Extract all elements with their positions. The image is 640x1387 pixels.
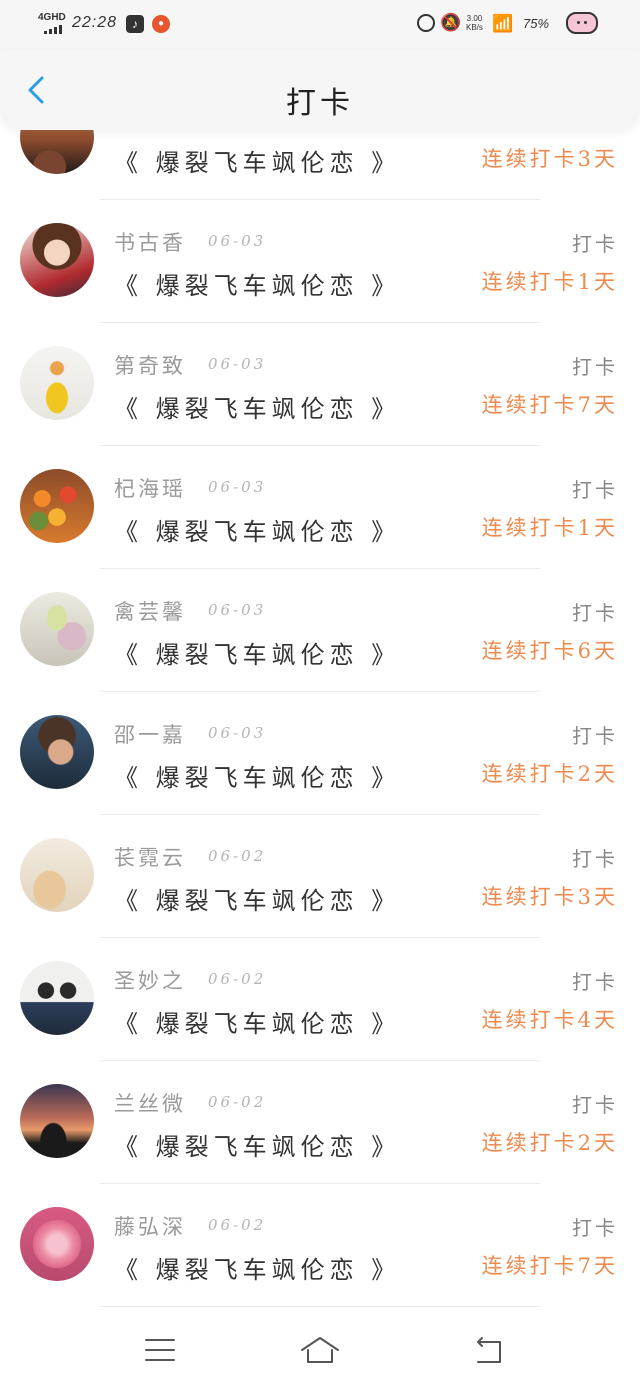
- tiktok-icon: ♪: [126, 15, 144, 33]
- book-title[interactable]: 《 爆裂飞车飒伦恋 》: [114, 512, 400, 547]
- list-item[interactable]: 第奇致 06-03 打卡 《 爆裂飞车飒伦恋 》 连续打卡7天: [0, 323, 640, 446]
- book-title[interactable]: 《 爆裂飞车飒伦恋 》: [114, 266, 400, 301]
- list-item[interactable]: 《 爆裂飞车飒伦恋 》 连续打卡3天: [0, 130, 640, 200]
- list-item[interactable]: 禽芸馨 06-03 打卡 《 爆裂飞车飒伦恋 》 连续打卡6天: [0, 569, 640, 692]
- user-name[interactable]: 禽芸馨: [114, 596, 186, 626]
- checkin-label: 打卡: [572, 478, 618, 502]
- wifi-icon: 📶: [492, 14, 514, 33]
- streak-count: 连续打卡2天: [481, 1131, 618, 1155]
- user-name[interactable]: 第奇致: [114, 350, 186, 380]
- checkin-date: 06-02: [208, 970, 267, 988]
- checkin-date: 06-03: [208, 355, 267, 373]
- user-name[interactable]: 杞海瑶: [114, 473, 186, 503]
- avatar[interactable]: [20, 469, 94, 543]
- status-bar: 4GHD 22:28 ♪ ● 🔕 3.00 KB/s 📶 75%: [0, 0, 640, 50]
- checkin-label: 打卡: [572, 847, 618, 871]
- streak-count: 连续打卡6天: [481, 639, 618, 663]
- user-name[interactable]: 藤弘深: [114, 1211, 186, 1241]
- pet-icon: [566, 12, 598, 34]
- checkin-label: 打卡: [572, 970, 618, 994]
- avatar[interactable]: [20, 715, 94, 789]
- checkin-date: 06-02: [208, 1216, 267, 1234]
- menu-icon: [145, 1339, 175, 1361]
- avatar[interactable]: [20, 130, 94, 174]
- checkin-date: 06-02: [208, 847, 267, 865]
- streak-count: 连续打卡1天: [481, 516, 618, 540]
- system-nav-bar: [0, 1310, 640, 1387]
- book-title[interactable]: 《 爆裂飞车飒伦恋 》: [114, 1004, 400, 1039]
- book-title[interactable]: 《 爆裂飞车飒伦恋 》: [114, 881, 400, 916]
- home-icon: [301, 1337, 339, 1363]
- avatar[interactable]: [20, 1084, 94, 1158]
- user-name[interactable]: 书古香: [114, 227, 186, 257]
- book-title[interactable]: 《 爆裂飞车飒伦恋 》: [114, 143, 400, 178]
- user-name[interactable]: 兰丝微: [114, 1088, 186, 1118]
- book-title[interactable]: 《 爆裂飞车飒伦恋 》: [114, 758, 400, 793]
- streak-count: 连续打卡2天: [481, 762, 618, 786]
- menu-button[interactable]: [140, 1330, 180, 1370]
- checkin-label: 打卡: [572, 1093, 618, 1117]
- list-item[interactable]: 兰丝微 06-02 打卡 《 爆裂飞车飒伦恋 》 连续打卡2天: [0, 1061, 640, 1184]
- page-title: 打卡: [286, 86, 354, 121]
- checkin-label: 打卡: [572, 1216, 618, 1240]
- checkin-date: 06-03: [208, 232, 267, 250]
- streak-count: 连续打卡1天: [481, 270, 618, 294]
- signal-icon: [44, 24, 66, 34]
- back-icon: [477, 1337, 501, 1363]
- home-button[interactable]: [300, 1330, 340, 1370]
- list-item[interactable]: 书古香 06-03 打卡 《 爆裂飞车飒伦恋 》 连续打卡1天: [0, 200, 640, 323]
- avatar[interactable]: [20, 346, 94, 420]
- avatar[interactable]: [20, 1207, 94, 1281]
- user-name[interactable]: 邵一嘉: [114, 719, 186, 749]
- back-nav-button[interactable]: [468, 1330, 508, 1370]
- header: 打卡: [0, 50, 640, 130]
- streak-count: 连续打卡7天: [481, 393, 618, 417]
- checkin-label: 打卡: [572, 601, 618, 625]
- streak-count: 连续打卡3天: [481, 147, 618, 171]
- book-title[interactable]: 《 爆裂飞车飒伦恋 》: [114, 635, 400, 670]
- streak-count: 连续打卡4天: [481, 1008, 618, 1032]
- list-item[interactable]: 藤弘深 06-02 打卡 《 爆裂飞车飒伦恋 》 连续打卡7天: [0, 1184, 640, 1307]
- avatar[interactable]: [20, 223, 94, 297]
- list-item[interactable]: 苌霓云 06-02 打卡 《 爆裂飞车飒伦恋 》 连续打卡3天: [0, 815, 640, 938]
- alarm-icon: [417, 14, 435, 32]
- checkin-label: 打卡: [572, 724, 618, 748]
- clock: 22:28: [72, 14, 118, 31]
- checkin-date: 06-03: [208, 601, 267, 619]
- avatar[interactable]: [20, 592, 94, 666]
- book-title[interactable]: 《 爆裂飞车飒伦恋 》: [114, 389, 400, 424]
- mute-icon: 🔕: [440, 13, 462, 32]
- list-item[interactable]: 杞海瑶 06-03 打卡 《 爆裂飞车飒伦恋 》 连续打卡1天: [0, 446, 640, 569]
- book-title[interactable]: 《 爆裂飞车飒伦恋 》: [114, 1250, 400, 1285]
- network-type: 4GHD: [38, 12, 66, 23]
- checkin-label: 打卡: [572, 355, 618, 379]
- list-item[interactable]: 圣妙之 06-02 打卡 《 爆裂飞车飒伦恋 》 连续打卡4天: [0, 938, 640, 1061]
- streak-count: 连续打卡7天: [481, 1254, 618, 1278]
- book-title[interactable]: 《 爆裂飞车飒伦恋 》: [114, 1127, 400, 1162]
- checkin-date: 06-03: [208, 724, 267, 742]
- checkin-list[interactable]: 《 爆裂飞车飒伦恋 》 连续打卡3天 书古香 06-03 打卡 《 爆裂飞车飒伦…: [0, 130, 640, 1310]
- checkin-date: 06-02: [208, 1093, 267, 1111]
- battery-level: 75%: [523, 16, 550, 31]
- user-name[interactable]: 苌霓云: [114, 842, 186, 872]
- user-name[interactable]: 圣妙之: [114, 965, 186, 995]
- avatar[interactable]: [20, 961, 94, 1035]
- list-item[interactable]: 邵一嘉 06-03 打卡 《 爆裂飞车飒伦恋 》 连续打卡2天: [0, 692, 640, 815]
- avatar[interactable]: [20, 838, 94, 912]
- network-speed: 3.00 KB/s: [466, 14, 483, 32]
- checkin-label: 打卡: [572, 232, 618, 256]
- streak-count: 连续打卡3天: [481, 885, 618, 909]
- app-notification-icon: ●: [152, 15, 170, 33]
- checkin-date: 06-03: [208, 478, 267, 496]
